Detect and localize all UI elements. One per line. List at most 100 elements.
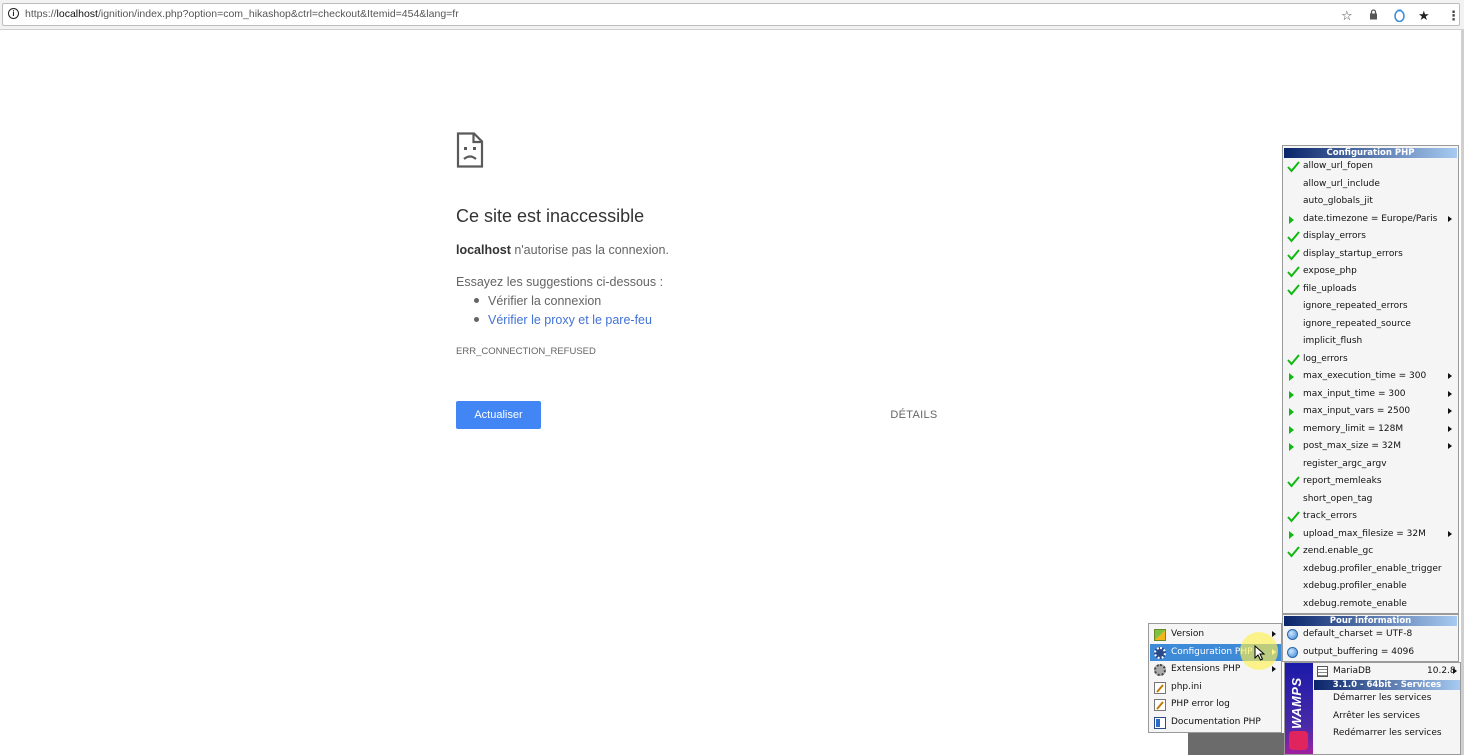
suggestion-item: Vérifier la connexion bbox=[474, 294, 601, 308]
lock-icon[interactable] bbox=[1369, 9, 1378, 24]
star-icon[interactable]: ☆ bbox=[1341, 9, 1353, 23]
menu-item-documentation-php[interactable]: Documentation PHP bbox=[1150, 714, 1281, 732]
php-config-item-label: max_execution_time = 300 bbox=[1303, 371, 1427, 381]
php-config-item[interactable]: auto_globals_jit bbox=[1283, 193, 1458, 211]
menu-item-label: Extensions PHP bbox=[1171, 664, 1241, 674]
reload-button[interactable]: Actualiser bbox=[456, 401, 541, 429]
php-config-item-label: implicit_flush bbox=[1303, 336, 1363, 346]
menu-item-mariadb[interactable]: MariaDB 10.2.8 bbox=[1314, 663, 1460, 681]
php-config-item-label: max_input_time = 300 bbox=[1303, 388, 1406, 399]
php-config-item[interactable]: xdebug.remote_enable bbox=[1283, 596, 1458, 614]
php-config-item[interactable]: report_memleaks bbox=[1283, 473, 1458, 491]
green-arrow-icon bbox=[1289, 408, 1294, 416]
menu-item-label: php.ini bbox=[1171, 681, 1202, 692]
php-config-item[interactable]: ignore_repeated_source bbox=[1283, 316, 1458, 334]
php-config-item-label: memory_limit = 128M bbox=[1303, 423, 1404, 434]
green-arrow-icon bbox=[1289, 443, 1294, 451]
error-title: Ce site est inaccessible bbox=[456, 206, 645, 226]
sad-page-icon bbox=[456, 132, 484, 168]
menu-item-start-services[interactable]: Démarrer les services bbox=[1314, 690, 1460, 708]
submenu-arrow-icon bbox=[1448, 425, 1452, 432]
php-config-item[interactable]: file_uploads bbox=[1283, 281, 1458, 299]
php-config-item[interactable]: implicit_flush bbox=[1283, 333, 1458, 351]
info-item-label: output_buffering = 4096 bbox=[1303, 646, 1415, 657]
suggestion-link[interactable]: Vérifier le proxy et le pare-feu bbox=[488, 313, 652, 327]
menu-item-stop-services[interactable]: Arrêter les services bbox=[1314, 708, 1460, 726]
php-config-item-label: display_startup_errors bbox=[1303, 248, 1403, 259]
php-config-item[interactable]: register_argc_argv bbox=[1283, 456, 1458, 474]
php-config-item[interactable]: max_input_time = 300 bbox=[1283, 386, 1458, 404]
php-config-item[interactable]: max_execution_time = 300 bbox=[1283, 368, 1458, 386]
php-config-item[interactable]: xdebug.profiler_enable bbox=[1283, 578, 1458, 596]
submenu-arrow-icon bbox=[1448, 443, 1452, 449]
php-config-item[interactable]: track_errors bbox=[1283, 508, 1458, 526]
php-config-item-label: allow_url_fopen bbox=[1303, 161, 1373, 171]
php-config-item-label: allow_url_include bbox=[1303, 178, 1380, 189]
php-config-item[interactable]: post_max_size = 32M bbox=[1283, 438, 1458, 456]
bullet-icon bbox=[474, 298, 479, 304]
suggestion-item-link[interactable]: Vérifier le proxy et le pare-feu bbox=[474, 313, 652, 327]
php-config-item[interactable]: xdebug.profiler_enable_trigger bbox=[1283, 561, 1458, 579]
details-button[interactable]: DÉTAILS bbox=[880, 403, 948, 427]
submenu-arrow-icon bbox=[1448, 390, 1452, 397]
address-bar[interactable]: i https://localhost/ignition/index.php?o… bbox=[2, 3, 1460, 26]
info-item-default-charset[interactable]: default_charset = UTF-8 bbox=[1283, 626, 1458, 644]
suggestions-intro: Essayez les suggestions ci-dessous : bbox=[456, 275, 664, 289]
wamp-side-banner: WAMPS bbox=[1285, 663, 1313, 754]
check-icon bbox=[1287, 266, 1300, 278]
php-config-item[interactable]: short_open_tag bbox=[1283, 491, 1458, 509]
php-config-item[interactable]: allow_url_fopen bbox=[1283, 158, 1458, 176]
php-config-item-label: report_memleaks bbox=[1303, 476, 1382, 486]
php-config-item-label: file_uploads bbox=[1303, 283, 1357, 294]
bookmark-star-icon[interactable]: ★ bbox=[1418, 9, 1430, 23]
check-icon bbox=[1287, 546, 1300, 558]
taskbar-fragment bbox=[1188, 733, 1284, 755]
menu-item-restart-services[interactable]: Redémarrer les services bbox=[1314, 725, 1460, 743]
check-icon bbox=[1287, 353, 1300, 366]
green-arrow-icon bbox=[1289, 215, 1294, 224]
php-config-item-label: expose_php bbox=[1303, 266, 1357, 276]
check-icon bbox=[1287, 476, 1300, 488]
check-icon bbox=[1287, 161, 1300, 173]
php-config-item[interactable]: allow_url_include bbox=[1283, 176, 1458, 194]
php-config-item-label: xdebug.profiler_enable bbox=[1303, 581, 1407, 591]
php-config-item[interactable]: zend.enable_gc bbox=[1283, 543, 1458, 561]
menu-item-label: MariaDB bbox=[1333, 666, 1372, 676]
check-icon bbox=[1287, 248, 1300, 261]
php-config-item[interactable]: log_errors bbox=[1283, 351, 1458, 369]
php-config-item[interactable]: display_startup_errors bbox=[1283, 246, 1458, 264]
wamp-logo-icon bbox=[1289, 731, 1308, 750]
php-config-item[interactable]: memory_limit = 128M bbox=[1283, 421, 1458, 439]
php-config-item-label: log_errors bbox=[1303, 353, 1348, 364]
green-arrow-icon bbox=[1289, 373, 1294, 381]
url-text[interactable]: https://localhost/ignition/index.php?opt… bbox=[25, 4, 459, 25]
php-config-item[interactable]: display_errors bbox=[1283, 228, 1458, 246]
submenu-arrow-icon bbox=[1448, 408, 1452, 414]
edit-file-icon bbox=[1154, 699, 1166, 711]
site-info-icon[interactable]: i bbox=[8, 8, 19, 19]
extensions-gear-icon bbox=[1154, 664, 1166, 676]
version-icon bbox=[1154, 629, 1166, 641]
php-config-item-label: upload_max_filesize = 32M bbox=[1303, 528, 1426, 539]
menu-item-label: Version bbox=[1171, 629, 1205, 639]
documentation-icon bbox=[1154, 716, 1166, 729]
menu-kebab-icon[interactable]: ⋮ bbox=[1447, 9, 1460, 23]
database-icon bbox=[1317, 666, 1328, 677]
menu-item-php-ini[interactable]: php.ini bbox=[1150, 679, 1281, 697]
php-config-item-label: max_input_vars = 2500 bbox=[1303, 406, 1411, 416]
menu-item-php-error-log[interactable]: PHP error log bbox=[1150, 696, 1281, 714]
php-config-menu-header: Configuration PHP bbox=[1284, 148, 1457, 158]
extension-icon[interactable] bbox=[1394, 9, 1405, 25]
php-config-item[interactable]: ignore_repeated_errors bbox=[1283, 298, 1458, 316]
check-icon bbox=[1287, 231, 1300, 243]
php-config-item[interactable]: date.timezone = Europe/Paris bbox=[1283, 211, 1458, 229]
php-config-item[interactable]: expose_php bbox=[1283, 263, 1458, 281]
error-description-text: n'autorise pas la connexion. bbox=[510, 243, 669, 257]
info-item-output-buffering[interactable]: output_buffering = 4096 bbox=[1283, 644, 1458, 662]
error-host: localhost bbox=[456, 243, 511, 257]
php-config-item[interactable]: max_input_vars = 2500 bbox=[1283, 403, 1458, 421]
green-arrow-icon bbox=[1289, 390, 1294, 399]
php-config-item-label: xdebug.remote_enable bbox=[1303, 598, 1407, 609]
php-config-item[interactable]: upload_max_filesize = 32M bbox=[1283, 526, 1458, 544]
php-config-item-label: track_errors bbox=[1303, 511, 1357, 521]
